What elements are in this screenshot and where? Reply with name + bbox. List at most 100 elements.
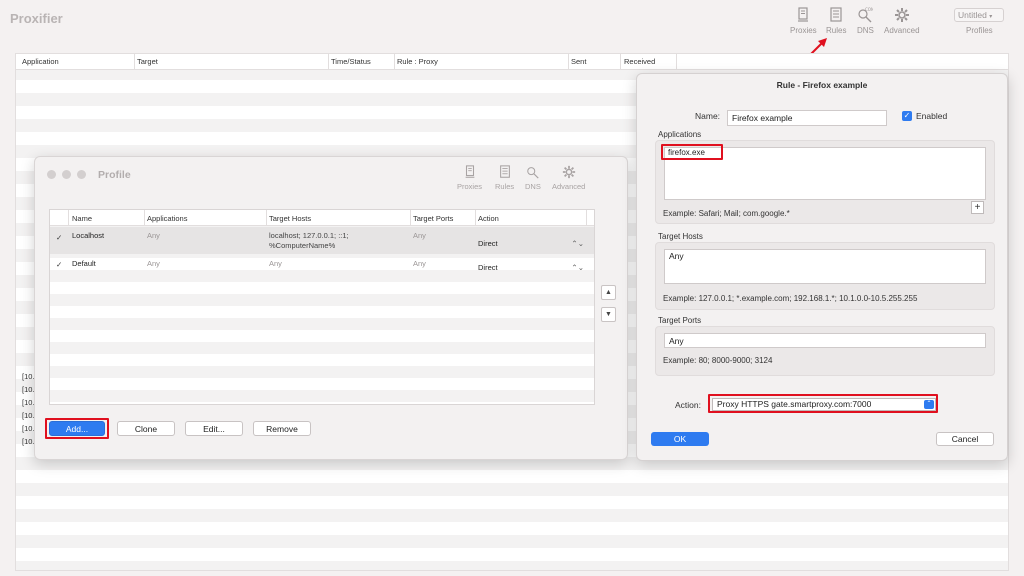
rule-dialog: Rule - Firefox example Name: Firefox exa… <box>636 73 1008 461</box>
proxies-icon <box>465 165 474 178</box>
log-line: [10. <box>22 372 35 381</box>
profiles-select-value: Untitled <box>958 10 987 20</box>
log-line: [10. <box>22 437 35 446</box>
rule-target-ports: Any <box>413 259 426 268</box>
toolbar-dns-button[interactable]: COM DNS <box>857 7 874 35</box>
name-label: Name: <box>695 111 721 121</box>
arrow-up-icon: ▲ <box>605 289 612 296</box>
column-divider <box>68 210 69 226</box>
rule-target-hosts: Any <box>269 259 282 268</box>
clone-rule-button[interactable]: Clone <box>117 421 175 436</box>
rule-target-hosts: localhost; 127.0.0.1; ::1; <box>269 231 349 240</box>
target-ports-example: Example: 80; 8000-9000; 3124 <box>663 356 773 365</box>
updown-icon[interactable]: ⌃⌄ <box>571 263 584 272</box>
table-row[interactable]: ✓ Default Any Any Any Direct ⌃⌄ <box>50 255 594 279</box>
column-divider <box>676 54 677 70</box>
profile-toolbar-advanced-button[interactable]: Advanced <box>552 165 585 191</box>
action-select[interactable]: Proxy HTTPS gate.smartproxy.com:7000 ⌃ <box>712 398 936 411</box>
toolbar-advanced-button[interactable]: Advanced <box>884 7 920 35</box>
ok-button[interactable]: OK <box>651 432 709 446</box>
updown-icon[interactable]: ⌃⌄ <box>571 239 584 248</box>
profile-toolbar-rules-label: Rules <box>495 182 515 191</box>
gear-icon <box>562 165 575 179</box>
toolbar-rules-button[interactable]: Rules <box>826 7 846 35</box>
col-target-ports[interactable]: Target Ports <box>413 214 453 223</box>
col-rule-proxy[interactable]: Rule : Proxy <box>397 57 438 66</box>
col-time-status[interactable]: Time/Status <box>331 57 371 66</box>
rule-action-select[interactable]: Direct <box>478 239 498 248</box>
rule-enabled-checkbox[interactable]: ✓ <box>56 260 62 269</box>
rule-applications: Any <box>147 259 160 268</box>
col-action[interactable]: Action <box>478 214 499 223</box>
log-line: [10. <box>22 411 35 420</box>
remove-rule-button[interactable]: Remove <box>253 421 311 436</box>
move-down-button[interactable]: ▼ <box>601 307 616 322</box>
app-title: Proxifier <box>10 11 63 26</box>
rules-table[interactable]: Name Applications Target Hosts Target Po… <box>49 209 595 405</box>
applications-value: firefox.exe <box>668 148 705 157</box>
table-row[interactable]: ✓ Localhost Any localhost; 127.0.0.1; ::… <box>50 227 594 254</box>
add-application-button[interactable]: + <box>971 201 984 214</box>
target-hosts-input[interactable]: Any <box>664 249 986 284</box>
profiles-select[interactable]: Untitled ▾ <box>954 8 1004 22</box>
rules-icon <box>499 165 510 178</box>
window-close-button[interactable] <box>47 170 56 179</box>
col-application[interactable]: Application <box>22 57 59 66</box>
window-zoom-button[interactable] <box>77 170 86 179</box>
toolbar-dns-label: DNS <box>857 26 874 35</box>
svg-text:COM: COM <box>865 7 873 12</box>
dns-icon <box>527 167 539 179</box>
column-divider <box>568 54 569 70</box>
chevron-updown-icon: ⌃ <box>924 400 934 409</box>
profile-toolbar-dns-button[interactable]: DNS <box>525 165 541 191</box>
column-divider <box>620 54 621 70</box>
toolbar-proxies-button[interactable]: Proxies <box>790 7 817 35</box>
rule-target-hosts-line2: %ComputerName% <box>269 241 336 250</box>
profile-toolbar-proxies-button[interactable]: Proxies <box>457 165 482 191</box>
rule-name: Localhost <box>72 231 105 240</box>
target-hosts-example: Example: 127.0.0.1; *.example.com; 192.1… <box>663 294 918 303</box>
dns-icon: COM <box>858 7 873 23</box>
rule-enabled-checkbox[interactable]: ✓ <box>56 233 62 242</box>
profile-window-title: Profile <box>98 169 131 181</box>
applications-label: Applications <box>658 130 702 139</box>
rule-name: Default <box>72 259 96 268</box>
column-divider <box>410 210 411 226</box>
enabled-checkbox[interactable]: ✓ <box>902 111 912 121</box>
add-rule-button[interactable]: Add... <box>49 421 105 436</box>
move-up-button[interactable]: ▲ <box>601 285 616 300</box>
enabled-label: Enabled <box>916 111 948 121</box>
column-divider <box>394 54 395 70</box>
col-received[interactable]: Received <box>624 57 655 66</box>
profile-window: Profile Proxies Rules DNS Advanced Name … <box>34 156 628 460</box>
window-minimize-button[interactable] <box>62 170 71 179</box>
rules-table-header: Name Applications Target Hosts Target Po… <box>50 210 594 226</box>
rule-applications: Any <box>147 231 160 240</box>
rule-action-select[interactable]: Direct <box>478 263 498 272</box>
log-line: [10. <box>22 385 35 394</box>
profile-toolbar-rules-button[interactable]: Rules <box>495 165 514 191</box>
target-ports-group: Any Example: 80; 8000-9000; 3124 <box>655 326 995 376</box>
toolbar-advanced-label: Advanced <box>884 26 920 35</box>
col-sent[interactable]: Sent <box>571 57 586 66</box>
column-divider <box>134 54 135 70</box>
col-name[interactable]: Name <box>72 214 92 223</box>
col-target-hosts[interactable]: Target Hosts <box>269 214 311 223</box>
column-divider <box>586 210 587 226</box>
log-line: [10. <box>22 398 35 407</box>
column-divider <box>328 54 329 70</box>
rule-target-ports: Any <box>413 231 426 240</box>
proxies-icon <box>798 7 809 22</box>
target-ports-label: Target Ports <box>658 316 702 325</box>
col-target[interactable]: Target <box>137 57 158 66</box>
edit-rule-button[interactable]: Edit... <box>185 421 243 436</box>
arrow-down-icon: ▼ <box>605 311 612 318</box>
rule-name-input[interactable]: Firefox example <box>727 110 887 126</box>
profile-toolbar-advanced-label: Advanced <box>552 182 586 191</box>
column-divider <box>144 210 145 226</box>
log-line: [10. <box>22 424 35 433</box>
target-ports-input[interactable]: Any <box>664 333 986 348</box>
col-applications[interactable]: Applications <box>147 214 187 223</box>
cancel-button[interactable]: Cancel <box>936 432 994 446</box>
connections-table-header: Application Target Time/Status Rule : Pr… <box>16 54 1008 70</box>
